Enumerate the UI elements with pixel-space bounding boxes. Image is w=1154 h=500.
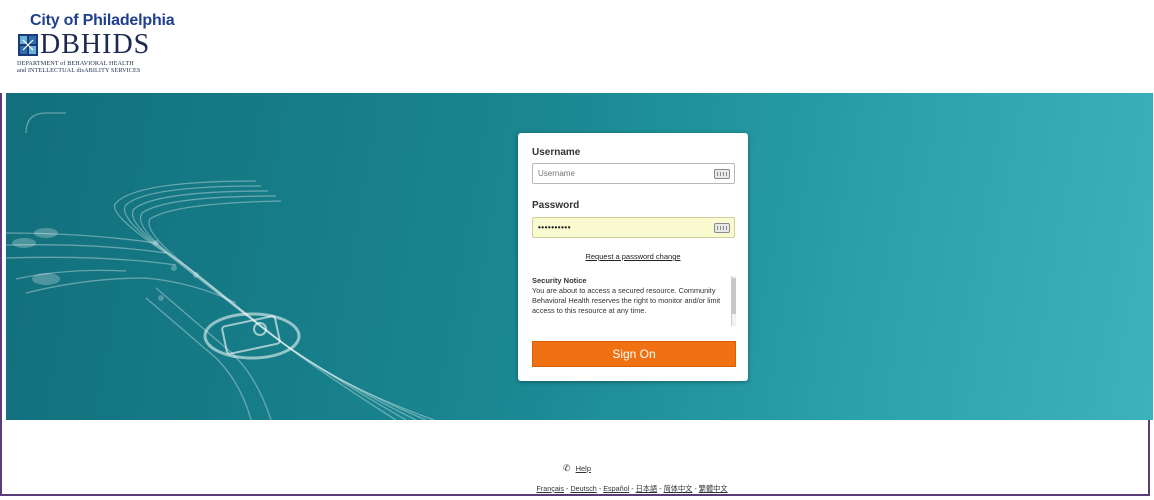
language-link-francais[interactable]: Français: [536, 484, 564, 493]
request-password-change-link[interactable]: Request a password change: [518, 252, 748, 261]
help-link[interactable]: Help: [576, 464, 591, 473]
username-label: Username: [532, 147, 581, 158]
username-input[interactable]: [532, 163, 735, 184]
language-selector: Français - Deutsch - Español - 日本語 - 简体中文 - 繁體中文: [536, 484, 728, 493]
keyboard-icon[interactable]: [714, 169, 730, 179]
language-link-simplified-chinese[interactable]: 简体中文: [664, 484, 693, 493]
keyboard-icon[interactable]: [714, 223, 730, 233]
camera-node-icon: [203, 312, 301, 360]
dbhids-logo-icon: [18, 34, 38, 56]
notice-scrollbar[interactable]: [731, 276, 736, 326]
header: City of Philadelphia DBHIDS DEPARTMENT o…: [0, 0, 1150, 93]
sign-on-button[interactable]: Sign On: [532, 341, 736, 367]
language-link-traditional-chinese[interactable]: 繁體中文: [699, 484, 728, 493]
language-link-japanese[interactable]: 日本語: [636, 484, 658, 493]
logo-city-name: City of Philadelphia: [30, 12, 175, 29]
phone-icon: ✆: [562, 463, 571, 473]
security-notice-title: Security Notice: [532, 276, 587, 285]
security-notice: Security Notice You are about to access …: [532, 276, 734, 326]
logo-subtitle-line2: and INTELLECTUAL disABILITY SERVICES: [17, 67, 141, 74]
language-link-deutsch[interactable]: Deutsch: [570, 484, 596, 493]
logo-subtitle-line1: DEPARTMENT of BEHAVIORAL HEALTH: [17, 60, 134, 67]
password-input[interactable]: [532, 217, 735, 238]
password-label: Password: [532, 200, 580, 211]
help-section: ✆ Help: [0, 463, 1154, 474]
security-notice-body: You are about to access a secured resour…: [532, 286, 721, 315]
language-link-espanol[interactable]: Español: [603, 484, 629, 493]
login-card: Username Password Request a password cha…: [518, 133, 748, 381]
logo-dbhids: DBHIDS: [40, 29, 151, 60]
